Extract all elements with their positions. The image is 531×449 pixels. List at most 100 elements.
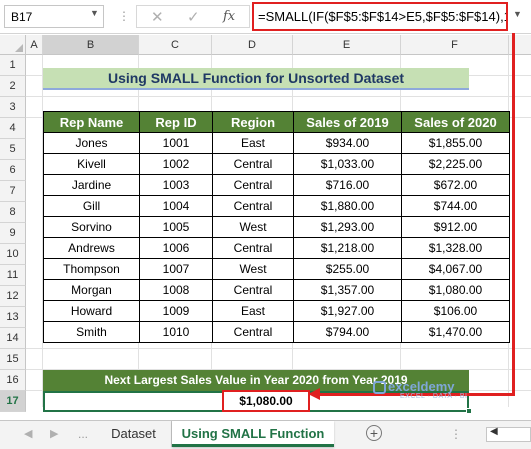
cancel-icon[interactable]: ✕ — [151, 8, 164, 26]
column-header-a[interactable]: A — [26, 35, 43, 55]
table-cell[interactable]: 1005 — [139, 216, 213, 238]
row-header[interactable]: 7 — [0, 181, 26, 202]
table-cell[interactable]: $794.00 — [293, 321, 402, 343]
row-header[interactable]: 14 — [0, 328, 26, 349]
table-cell[interactable]: $1,080.00 — [401, 279, 510, 301]
insert-function-icon[interactable]: fx — [223, 9, 235, 24]
row-header[interactable]: 10 — [0, 244, 26, 265]
table-cell[interactable]: Gill — [43, 195, 140, 217]
row-header[interactable]: 13 — [0, 307, 26, 328]
column-header-e[interactable]: E — [293, 35, 401, 55]
next-sheet-icon[interactable]: ▶ — [50, 427, 58, 440]
column-header-d[interactable]: D — [212, 35, 293, 55]
table-cell[interactable]: Morgan — [43, 279, 140, 301]
add-sheet-button[interactable]: + — [366, 425, 382, 441]
table-cell[interactable]: $1,293.00 — [293, 216, 402, 238]
table-cell[interactable]: $716.00 — [293, 174, 402, 196]
tab-using-small-function[interactable]: Using SMALL Function — [172, 421, 334, 447]
previous-sheet-icon[interactable]: ◀ — [24, 427, 32, 440]
table-cell[interactable]: $672.00 — [401, 174, 510, 196]
table-cell[interactable]: $1,855.00 — [401, 132, 510, 154]
table-cell[interactable]: $106.00 — [401, 300, 510, 322]
table-cell[interactable]: $934.00 — [293, 132, 402, 154]
formula-input[interactable]: =SMALL(IF($F$5:$F$14>E5,$F$5:$F$14),1) — [252, 2, 508, 31]
header-cell[interactable]: Region — [212, 111, 294, 133]
table-cell[interactable]: $1,880.00 — [293, 195, 402, 217]
table-cell[interactable]: Smith — [43, 321, 140, 343]
table-cell[interactable]: 1008 — [139, 279, 213, 301]
header-cell[interactable]: Sales of 2019 — [293, 111, 402, 133]
formula-bar-buttons: ✕ ✓ fx — [136, 5, 250, 28]
table-cell[interactable]: $1,033.00 — [293, 153, 402, 175]
row-header[interactable]: 15 — [0, 349, 26, 370]
row-header[interactable]: 6 — [0, 160, 26, 181]
header-cell[interactable]: Rep ID — [139, 111, 213, 133]
table-cell[interactable]: West — [212, 216, 294, 238]
table-cell[interactable]: $2,225.00 — [401, 153, 510, 175]
table-cell[interactable]: West — [212, 258, 294, 280]
more-sheets-left[interactable]: ... — [78, 427, 88, 441]
table-cell[interactable]: $1,328.00 — [401, 237, 510, 259]
table-cell[interactable]: Central — [212, 153, 294, 175]
header-cell[interactable]: Sales of 2020 — [401, 111, 510, 133]
table-cell[interactable]: 1002 — [139, 153, 213, 175]
table-cell[interactable]: Central — [212, 174, 294, 196]
sheet-title[interactable]: Using SMALL Function for Unsorted Datase… — [43, 68, 469, 90]
row-header[interactable]: 5 — [0, 139, 26, 160]
table-cell[interactable]: Jones — [43, 132, 140, 154]
table-cell[interactable]: $1,357.00 — [293, 279, 402, 301]
name-box[interactable]: B17 — [4, 5, 104, 28]
column-header-f[interactable]: F — [401, 35, 509, 55]
table-cell[interactable]: Jardine — [43, 174, 140, 196]
table-cell[interactable]: Andrews — [43, 237, 140, 259]
row-header[interactable]: 11 — [0, 265, 26, 286]
table-cell[interactable]: $744.00 — [401, 195, 510, 217]
row-header[interactable]: 3 — [0, 97, 26, 118]
table-cell[interactable]: 1003 — [139, 174, 213, 196]
enter-icon[interactable]: ✓ — [187, 8, 200, 26]
row-header[interactable]: 16 — [0, 370, 26, 391]
table-cell[interactable]: Sorvino — [43, 216, 140, 238]
table-cell[interactable]: Kivell — [43, 153, 140, 175]
table-cell[interactable]: $255.00 — [293, 258, 402, 280]
scroll-left-icon[interactable]: ◀ — [490, 426, 498, 437]
table-cell[interactable]: Central — [212, 237, 294, 259]
table-cell[interactable]: $1,470.00 — [401, 321, 510, 343]
worksheet-grid[interactable]: A B C D E F 1 2 3 4 5 6 7 8 9 10 11 12 1… — [0, 35, 531, 414]
table-cell[interactable]: Thompson — [43, 258, 140, 280]
column-header-b[interactable]: B — [43, 35, 139, 55]
table-cell[interactable]: 1001 — [139, 132, 213, 154]
row-header[interactable]: 8 — [0, 202, 26, 223]
more-sheets-right[interactable]: ⋮ — [450, 427, 462, 441]
table-cell[interactable]: $4,067.00 — [401, 258, 510, 280]
table-cell[interactable]: Howard — [43, 300, 140, 322]
tab-dataset[interactable]: Dataset — [96, 421, 172, 447]
fill-handle[interactable] — [466, 408, 472, 414]
table-cell[interactable]: East — [212, 132, 294, 154]
table-cell[interactable]: $912.00 — [401, 216, 510, 238]
table-cell[interactable]: $1,218.00 — [293, 237, 402, 259]
table-cell[interactable]: 1004 — [139, 195, 213, 217]
table-cell[interactable]: Central — [212, 321, 294, 343]
table-cell[interactable]: 1010 — [139, 321, 213, 343]
drag-handle-icon[interactable]: ⋮ — [118, 9, 130, 23]
select-all-button[interactable] — [0, 35, 26, 55]
header-cell[interactable]: Rep Name — [43, 111, 140, 133]
row-header[interactable]: 1 — [0, 55, 26, 76]
table-cell[interactable]: Central — [212, 279, 294, 301]
row-header[interactable]: 9 — [0, 223, 26, 244]
row-header[interactable]: 17 — [0, 391, 26, 412]
table-cell[interactable]: East — [212, 300, 294, 322]
table-cell[interactable]: $1,927.00 — [293, 300, 402, 322]
result-value[interactable]: $1,080.00 — [222, 390, 310, 412]
row-header[interactable]: 2 — [0, 76, 26, 97]
row-header[interactable]: 12 — [0, 286, 26, 307]
column-header-c[interactable]: C — [139, 35, 212, 55]
table-cell[interactable]: 1006 — [139, 237, 213, 259]
table-cell[interactable]: 1007 — [139, 258, 213, 280]
table-cell[interactable]: Central — [212, 195, 294, 217]
expand-formula-bar-icon[interactable]: ▼ — [513, 9, 522, 19]
chevron-down-icon[interactable]: ▼ — [90, 8, 99, 18]
row-header[interactable]: 4 — [0, 118, 26, 139]
table-cell[interactable]: 1009 — [139, 300, 213, 322]
